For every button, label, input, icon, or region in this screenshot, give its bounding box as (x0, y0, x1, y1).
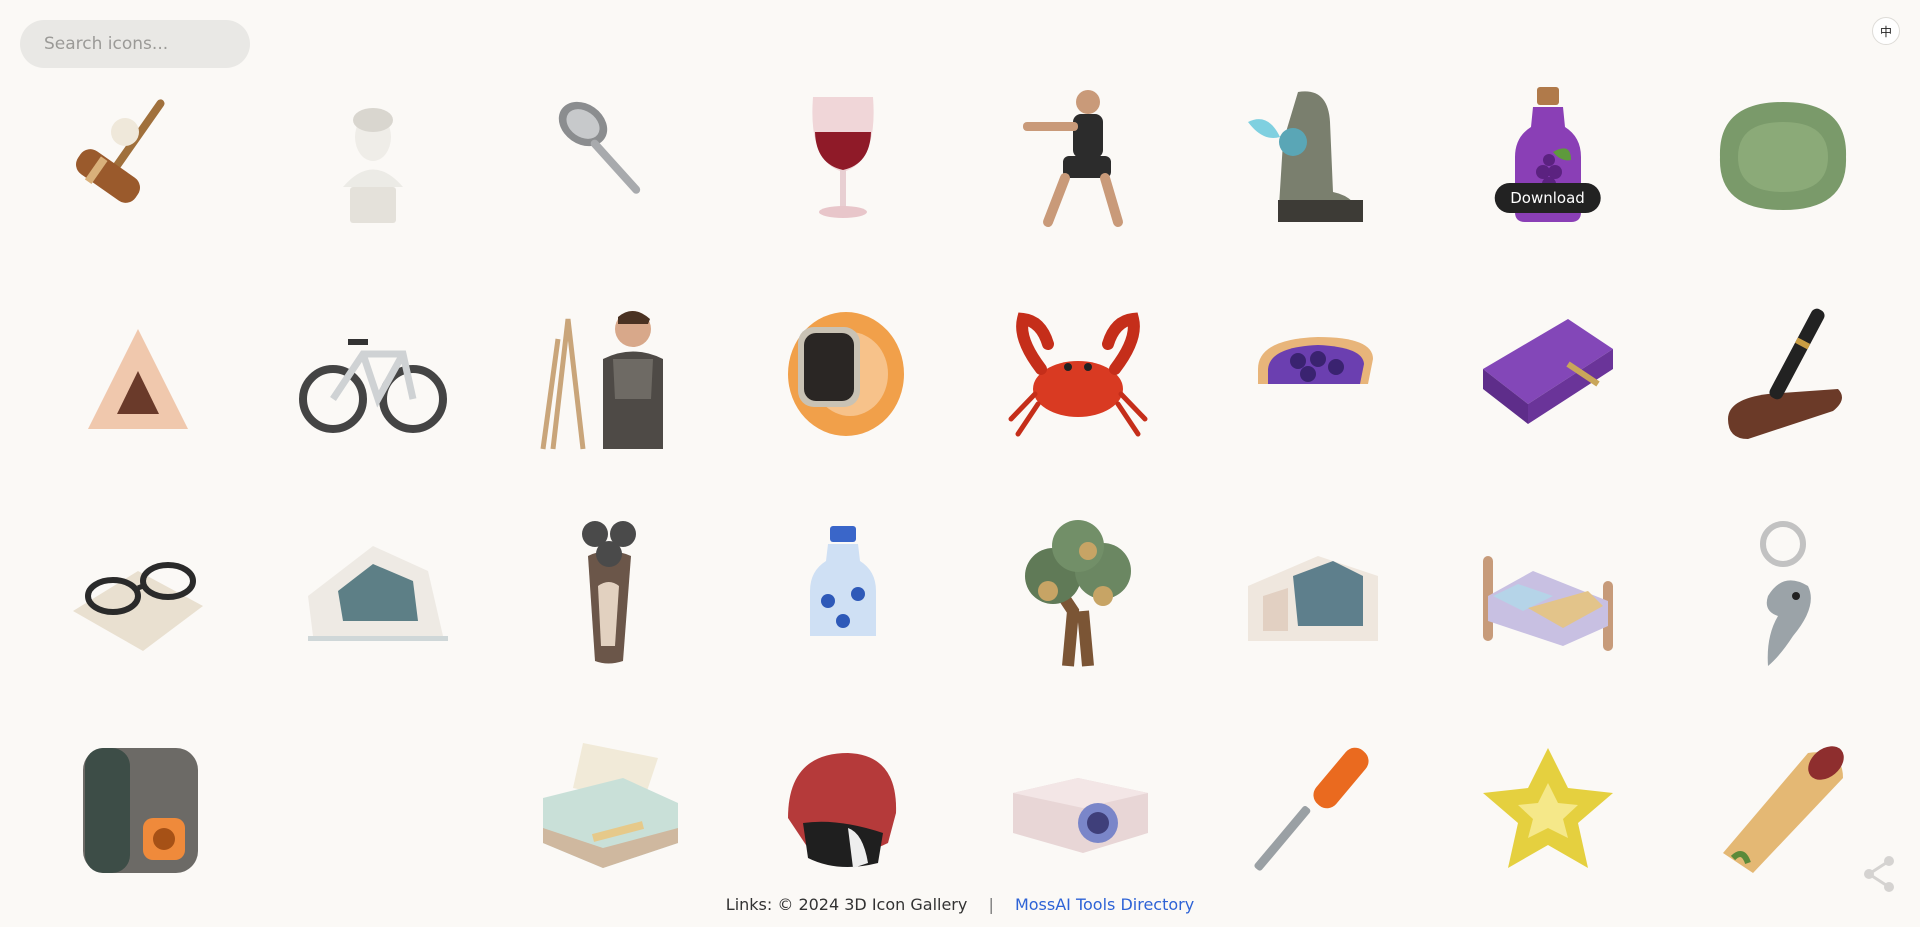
glass-office-building-icon (1247, 555, 1378, 641)
icon-tile[interactable] (255, 48, 490, 265)
eyeglasses-on-cloth-icon (72, 561, 203, 651)
printer-icon (542, 742, 678, 868)
icon-tile[interactable] (725, 699, 960, 916)
icon-tile[interactable] (255, 265, 490, 482)
empty-slot-icon (298, 733, 448, 883)
purple-notebook-icon (1482, 318, 1613, 424)
icon-tile[interactable] (255, 699, 490, 916)
triangle-ruler-icon (87, 328, 188, 429)
icon-tile[interactable] (1665, 48, 1900, 265)
helmet-icon (787, 752, 896, 868)
money-tree-icon (1024, 519, 1131, 667)
download-tooltip[interactable]: Download (1494, 183, 1601, 213)
icon-tile[interactable] (960, 482, 1195, 699)
icon-tile[interactable] (725, 482, 960, 699)
icon-tile[interactable] (1195, 48, 1430, 265)
water-bottle-icon (809, 525, 876, 636)
modern-building-icon (307, 545, 448, 641)
icon-tile[interactable] (1195, 265, 1430, 482)
croquet-mallet-icon (75, 98, 165, 203)
bust-statue-icon (342, 107, 403, 223)
icon-tile[interactable] (725, 48, 960, 265)
road-bike-icon (298, 338, 447, 433)
icon-tile[interactable] (490, 699, 725, 916)
wine-glass-icon (811, 96, 874, 218)
electric-shaver-icon (581, 520, 636, 663)
icon-tile[interactable] (1430, 699, 1665, 916)
screwdriver-icon (1253, 747, 1369, 871)
icon-tile[interactable] (1195, 699, 1430, 916)
icon-tile[interactable] (1430, 265, 1665, 482)
lotus-leaf-icon (1719, 101, 1846, 210)
icon-tile[interactable] (960, 699, 1195, 916)
blueberry-pie-icon (1257, 336, 1373, 384)
bed-icon (1482, 555, 1613, 651)
footer-text: Links: © 2024 3D Icon Gallery (725, 895, 968, 914)
martial-arts-figure-icon (1022, 89, 1123, 227)
icon-tile[interactable] (1430, 482, 1665, 699)
icon-tile[interactable] (1195, 482, 1430, 699)
icon-tile[interactable] (20, 482, 255, 699)
icon-tile[interactable] (960, 265, 1195, 482)
spoon-icon (558, 101, 640, 194)
burrito-icon (1722, 745, 1844, 873)
icon-tile[interactable] (255, 482, 490, 699)
smartwatch-icon (787, 311, 904, 436)
footer-separator: | (988, 895, 994, 914)
footer: Links: © 2024 3D Icon Gallery | MossAI T… (0, 895, 1920, 914)
icon-tile[interactable] (960, 48, 1195, 265)
icon-tile[interactable] (490, 482, 725, 699)
share-icon[interactable] (1862, 854, 1896, 894)
icon-tile[interactable] (725, 265, 960, 482)
icon-tile[interactable] (490, 265, 725, 482)
icon-grid: Download (0, 48, 1920, 916)
icon-tile[interactable] (1665, 265, 1900, 482)
mossai-tools-link[interactable]: MossAI Tools Directory (1015, 895, 1194, 914)
icon-tile[interactable]: Download (1430, 48, 1665, 265)
starfruit-icon (1482, 747, 1613, 868)
projector-icon (1012, 777, 1148, 853)
dolphin-keychain-icon (1759, 520, 1811, 666)
icon-tile[interactable] (490, 48, 725, 265)
icon-tile[interactable] (20, 265, 255, 482)
language-toggle-button[interactable]: 中 (1872, 17, 1900, 45)
icon-tile[interactable] (20, 699, 255, 916)
painter-at-easel-icon (540, 310, 663, 449)
crab-icon (1008, 311, 1147, 436)
rocket-boot-icon (1247, 90, 1363, 222)
fountain-pen-stand-icon (1727, 308, 1842, 439)
icon-tile[interactable] (20, 48, 255, 265)
icon-tile[interactable] (1665, 482, 1900, 699)
portable-heater-icon (82, 747, 198, 873)
